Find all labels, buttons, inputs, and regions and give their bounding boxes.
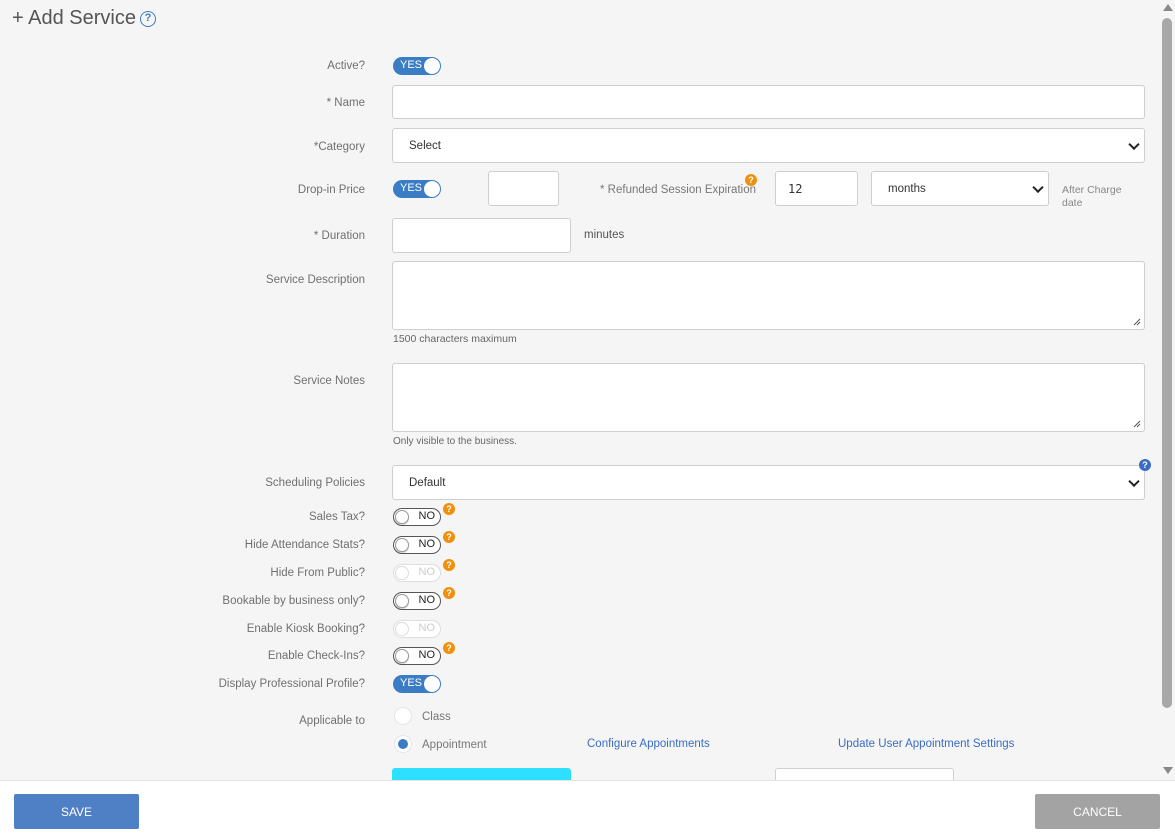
notes-label: Service Notes [293, 375, 365, 387]
help-icon[interactable]: ? [443, 587, 455, 599]
after-charge-note: After Charge date [1062, 184, 1122, 209]
refund-expiration-label: * Refunded Session Expiration [600, 184, 756, 196]
duration-label: * Duration [313, 230, 365, 242]
name-input[interactable] [392, 85, 1145, 119]
notes-textarea[interactable] [392, 363, 1145, 432]
refund-unit-select[interactable]: months [871, 171, 1049, 206]
professional-profile-label: Display Professional Profile? [218, 678, 365, 690]
help-icon[interactable]: ? [443, 531, 455, 543]
toggle-knob [395, 510, 409, 524]
scrollbar[interactable] [1160, 0, 1175, 780]
resize-handle-icon[interactable] [1133, 318, 1141, 326]
bookable-business-label: Bookable by business only? [222, 595, 365, 607]
duration-unit: minutes [584, 229, 625, 241]
help-icon[interactable]: ? [1139, 459, 1151, 471]
chevron-down-icon [1032, 181, 1044, 193]
toggle-knob [424, 676, 440, 692]
toggle-knob [424, 181, 440, 197]
page-title: + Add Service? [12, 7, 156, 30]
bookable-business-toggle[interactable]: NO [393, 592, 441, 610]
hide-attendance-label: Hide Attendance Stats? [244, 539, 365, 551]
checkins-label: Enable Check-Ins? [267, 650, 365, 662]
help-icon[interactable]: ? [745, 174, 757, 186]
name-label: * Name [326, 97, 365, 109]
form-scroll-area: + Add Service? Active? YES * Name *Categ… [0, 0, 1160, 780]
hide-public-label: Hide From Public? [270, 567, 365, 579]
update-appointment-settings-link[interactable]: Update User Appointment Settings [838, 738, 1014, 750]
toggle-knob [424, 58, 440, 74]
toggle-knob [395, 594, 409, 608]
duration-input[interactable] [392, 218, 571, 253]
color-picker-field[interactable] [392, 768, 571, 780]
sales-tax-toggle[interactable]: NO [393, 508, 441, 526]
description-label: Service Description [265, 274, 365, 286]
hide-public-toggle: NO [393, 564, 441, 582]
checkins-toggle[interactable]: NO [393, 647, 441, 665]
dropin-label: Drop-in Price [297, 184, 365, 196]
hide-attendance-toggle[interactable]: NO [393, 536, 441, 554]
toggle-knob [395, 622, 409, 636]
scroll-down-icon[interactable] [1163, 767, 1173, 774]
help-icon[interactable]: ? [139, 11, 156, 27]
category-select[interactable]: Select [392, 128, 1145, 163]
kiosk-label: Enable Kiosk Booking? [246, 623, 365, 635]
active-toggle[interactable]: YES [393, 57, 441, 75]
toggle-knob [395, 538, 409, 552]
dropin-price-input[interactable] [488, 171, 559, 206]
policies-select[interactable]: Default [392, 465, 1145, 500]
description-hint: 1500 characters maximum [393, 333, 517, 345]
kiosk-toggle: NO [393, 620, 441, 638]
partial-input[interactable] [775, 768, 954, 780]
resize-handle-icon[interactable] [1133, 420, 1141, 428]
professional-profile-toggle[interactable]: YES [393, 675, 441, 693]
chevron-down-icon [1128, 138, 1140, 150]
toggle-knob [395, 649, 409, 663]
sales-tax-label: Sales Tax? [308, 511, 365, 523]
configure-appointments-link[interactable]: Configure Appointments [587, 738, 710, 750]
chevron-down-icon [1128, 475, 1140, 487]
applicable-label: Applicable to [299, 715, 365, 727]
save-button[interactable]: SAVE [14, 794, 139, 829]
notes-hint: Only visible to the business. [393, 436, 517, 447]
description-textarea[interactable] [392, 261, 1145, 330]
refund-expiration-input[interactable]: 12 [775, 171, 858, 206]
help-icon[interactable]: ? [443, 559, 455, 571]
category-label: *Category [313, 141, 365, 153]
policies-label: Scheduling Policies [265, 477, 365, 489]
radio-class[interactable] [394, 707, 412, 725]
active-label: Active? [327, 60, 365, 72]
scroll-up-icon[interactable] [1163, 4, 1173, 11]
help-icon[interactable]: ? [443, 503, 455, 515]
footer-bar: SAVE CANCEL [0, 780, 1175, 839]
help-icon[interactable]: ? [443, 642, 455, 654]
radio-appointment[interactable] [394, 735, 412, 753]
radio-appointment-label: Appointment [422, 739, 487, 751]
dropin-toggle[interactable]: YES [393, 180, 441, 198]
toggle-knob [395, 566, 409, 580]
scroll-thumb[interactable] [1162, 18, 1172, 708]
cancel-button[interactable]: CANCEL [1035, 794, 1160, 829]
radio-class-label: Class [422, 711, 451, 723]
